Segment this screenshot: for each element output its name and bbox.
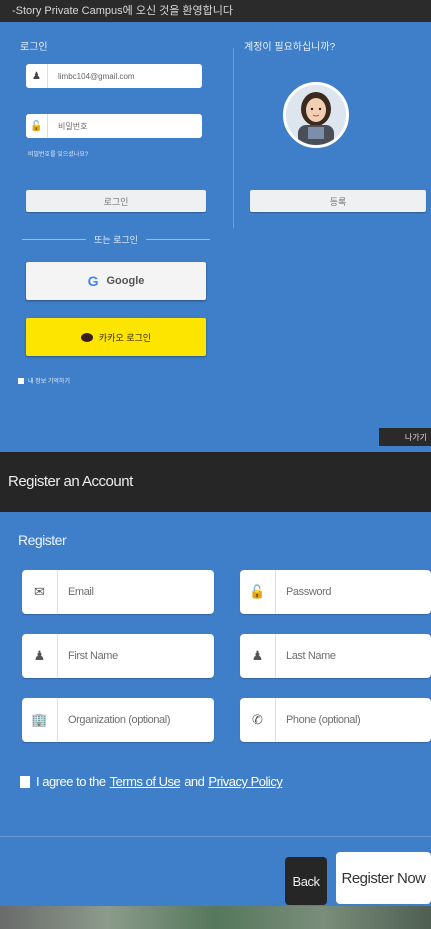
login-email-value: limbc104@gmail.com — [58, 71, 135, 81]
remember-me[interactable]: 내 정보 기억하기 — [18, 376, 70, 385]
kakao-login-button[interactable]: 카카오 로그인 — [26, 318, 206, 356]
last-name-input[interactable] — [276, 636, 431, 676]
organization-input[interactable] — [58, 700, 214, 740]
divider-line-left — [22, 238, 87, 240]
agree-prefix: I agree to the — [36, 774, 106, 789]
first-name-input[interactable] — [58, 636, 214, 676]
google-button-label: Google — [106, 275, 145, 287]
google-icon: G — [87, 273, 99, 289]
envelope-icon: ✉ — [22, 570, 58, 614]
user-icon: ♟ — [26, 64, 48, 88]
remember-label: 내 정보 기억하기 — [28, 379, 70, 385]
google-login-button[interactable]: G Google — [26, 262, 206, 300]
first-name-field[interactable]: ♟ — [22, 634, 214, 678]
password-field[interactable]: 🔓 — [240, 570, 431, 614]
register-header: Register an Account — [0, 452, 431, 512]
divider-line-right — [145, 238, 210, 240]
exit-button[interactable]: 나가기 — [379, 428, 431, 446]
lock-icon: 🔓 — [26, 114, 48, 138]
signup-register-button[interactable]: 등록 — [250, 190, 426, 212]
remember-checkbox[interactable] — [18, 377, 24, 384]
forgot-password-link[interactable]: 비밀번호를 잊으셨나요? — [28, 149, 88, 158]
register-form: Register ✉ 🔓 ♟ ♟ 🏢 ✆ I agree to the Term… — [0, 512, 431, 840]
or-divider: 또는 로그인 — [22, 232, 210, 246]
privacy-policy-link[interactable]: Privacy Policy — [208, 774, 282, 789]
building-icon: 🏢 — [22, 698, 58, 742]
phone-icon: ✆ — [240, 698, 276, 742]
login-panel: 로그인 ♟ limbc104@gmail.com 🔓 비밀번호 비밀번호를 잊으… — [0, 22, 431, 452]
terms-agreement: I agree to the Terms of Use and Privacy … — [20, 774, 286, 789]
email-field[interactable]: ✉ — [22, 570, 214, 614]
register-title: Register — [18, 532, 67, 548]
login-email-field[interactable]: ♟ limbc104@gmail.com — [26, 64, 202, 88]
terms-checkbox[interactable] — [20, 775, 30, 788]
welcome-text: -Story Private Campus에 오신 것을 환영합니다 — [12, 5, 234, 17]
background-strip — [0, 906, 431, 929]
kakao-button-label: 카카오 로그인 — [98, 332, 152, 343]
signup-question: 계정이 필요하십니까? — [244, 42, 336, 53]
lock-icon: 🔓 — [240, 570, 276, 614]
password-input[interactable] — [276, 572, 431, 612]
user-icon: ♟ — [240, 634, 276, 678]
login-password-field[interactable]: 🔓 비밀번호 — [26, 114, 202, 138]
welcome-bar: -Story Private Campus에 오신 것을 환영합니다 — [0, 0, 431, 22]
phone-input[interactable] — [276, 700, 431, 740]
user-icon: ♟ — [22, 634, 58, 678]
login-password-placeholder: 비밀번호 — [58, 121, 88, 131]
register-now-button[interactable]: Register Now — [336, 852, 431, 904]
login-button[interactable]: 로그인 — [26, 190, 206, 212]
terms-of-use-link[interactable]: Terms of Use — [110, 774, 181, 789]
email-input[interactable] — [58, 572, 214, 612]
login-section-title: 로그인 — [20, 42, 48, 53]
organization-field[interactable]: 🏢 — [22, 698, 214, 742]
avatar — [283, 82, 349, 148]
or-login-label: 또는 로그인 — [94, 234, 138, 245]
avatar-illustration — [286, 85, 346, 145]
form-divider — [0, 836, 431, 837]
back-button[interactable]: Back — [285, 857, 327, 905]
panel-divider — [233, 48, 234, 228]
phone-field[interactable]: ✆ — [240, 698, 431, 742]
kakao-icon — [80, 332, 93, 342]
last-name-field[interactable]: ♟ — [240, 634, 431, 678]
agree-and: and — [184, 774, 205, 789]
